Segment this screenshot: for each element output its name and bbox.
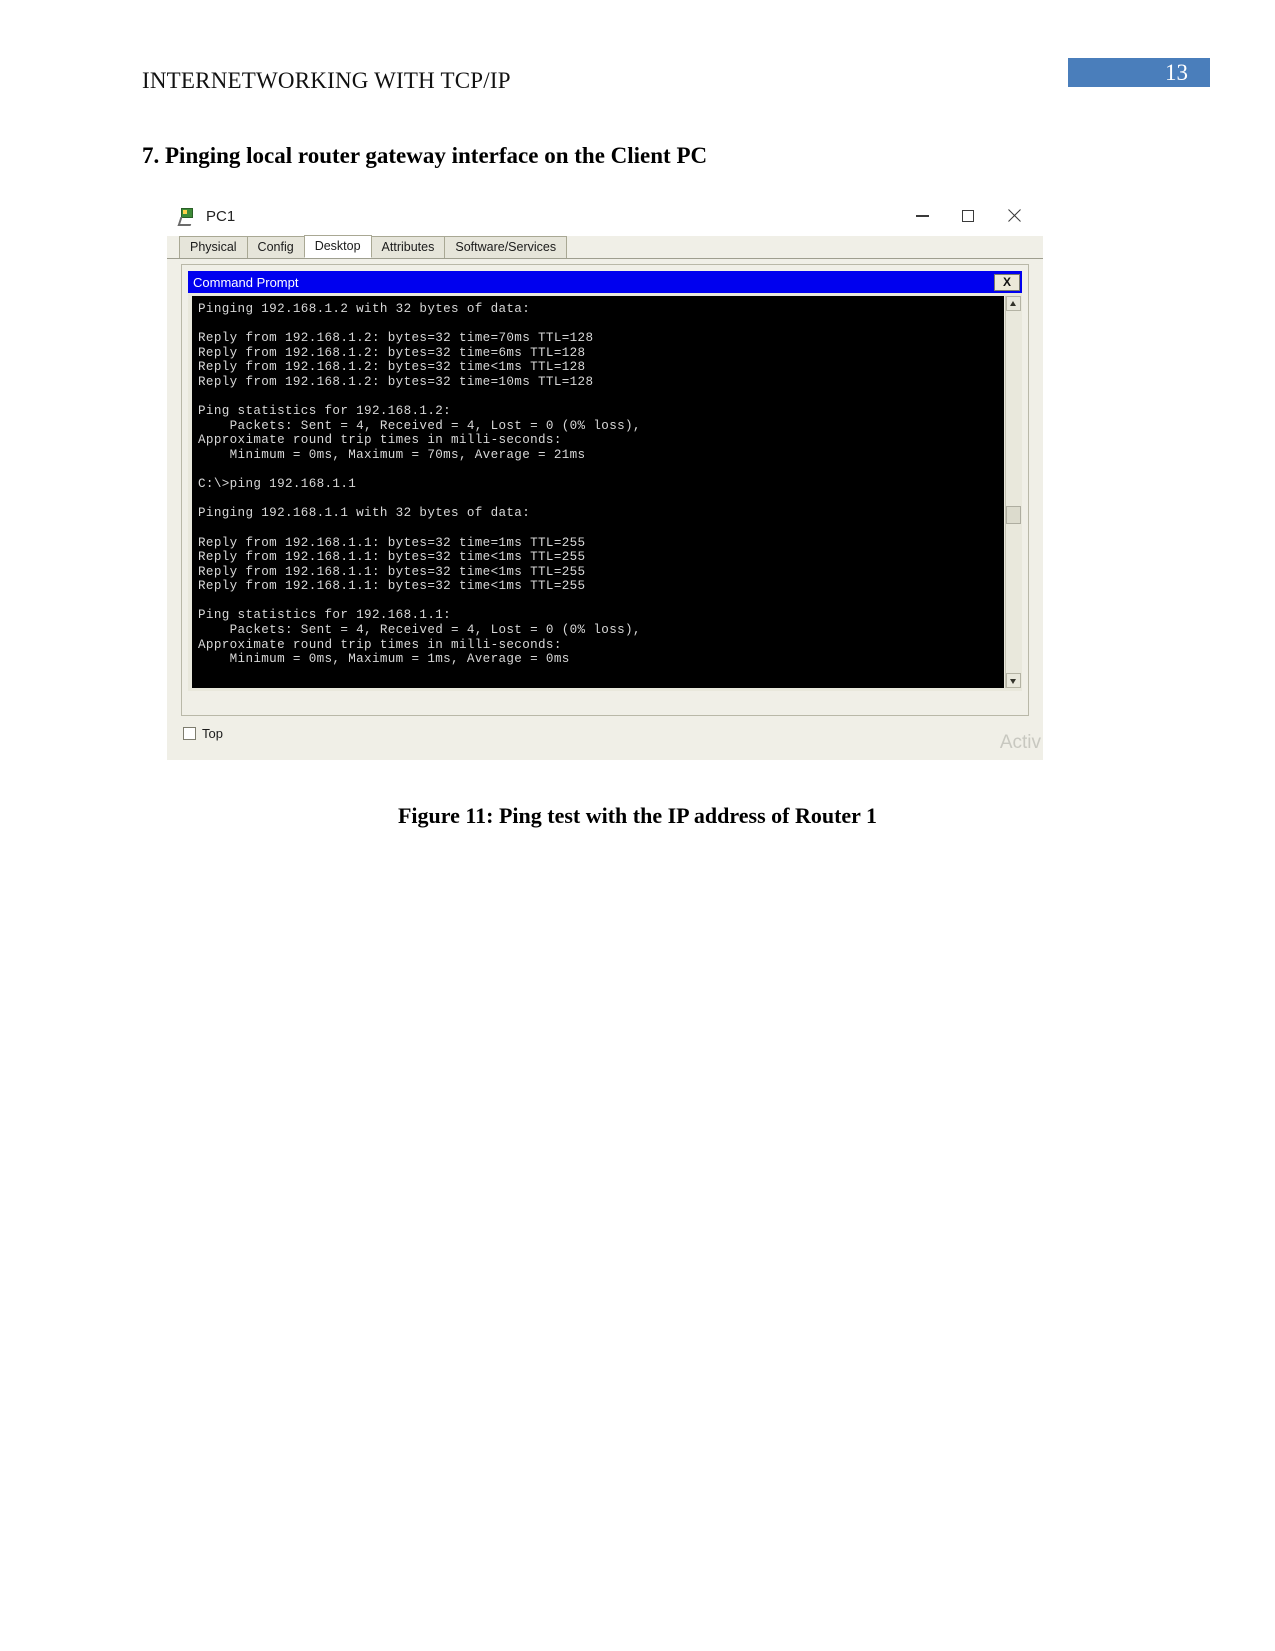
maximize-button[interactable] (945, 200, 991, 232)
tab-desktop[interactable]: Desktop (303, 235, 372, 258)
terminal-line: Reply from 192.168.1.2: bytes=32 time=10… (198, 374, 594, 389)
figure-caption: Figure 11: Ping test with the IP address… (397, 803, 878, 828)
scroll-up-button[interactable] (1006, 296, 1021, 311)
pc-device-icon (177, 207, 197, 226)
terminal-line: Ping statistics for 192.168.1.1: (198, 608, 452, 623)
tab-bar: Physical Config Desktop Attributes Softw… (167, 235, 1043, 259)
document-header: INTERNETWORKING WITH TCP/IP (142, 68, 1142, 108)
tab-attributes[interactable]: Attributes (370, 236, 446, 258)
minimize-button[interactable] (899, 200, 945, 232)
tab-software-services[interactable]: Software/Services (444, 236, 568, 258)
command-prompt-title: Command Prompt (193, 274, 299, 290)
scroll-up-icon (1010, 301, 1016, 306)
checkbox-box[interactable] (183, 727, 196, 740)
terminal-line: Reply from 192.168.1.1: bytes=32 time<1m… (198, 564, 586, 579)
command-prompt-close-button[interactable]: X (994, 273, 1020, 291)
terminal-line: Minimum = 0ms, Maximum = 70ms, Average =… (198, 447, 586, 462)
terminal-line: Minimum = 0ms, Maximum = 1ms, Average = … (198, 652, 570, 667)
top-checkbox-label: Top (202, 726, 223, 741)
command-prompt-window: Command Prompt X Pinging 192.168.1.2 wit… (181, 264, 1029, 716)
minimize-icon (915, 215, 929, 217)
window-title: PC1 (206, 207, 236, 225)
activation-watermark: Activ (999, 732, 1041, 753)
scroll-down-icon (1010, 679, 1016, 684)
tab-config[interactable]: Config (246, 236, 305, 258)
scroll-down-button[interactable] (1006, 673, 1021, 688)
document-header-title: INTERNETWORKING WITH TCP/IP (142, 68, 511, 93)
terminal-line: Reply from 192.168.1.1: bytes=32 time=1m… (198, 535, 586, 550)
close-icon (1007, 209, 1021, 223)
terminal-output[interactable]: Pinging 192.168.1.2 with 32 bytes of dat… (192, 296, 1004, 688)
terminal-line: Reply from 192.168.1.2: bytes=32 time=70… (198, 331, 594, 346)
window-titlebar: PC1 (167, 196, 1043, 236)
page-number-badge: 13 (1068, 58, 1210, 87)
scrollbar-thumb[interactable] (1006, 506, 1021, 524)
terminal-line: Reply from 192.168.1.1: bytes=32 time<1m… (198, 550, 586, 565)
terminal-line: Approximate round trip times in milli-se… (198, 433, 562, 448)
command-prompt-body: Pinging 192.168.1.2 with 32 bytes of dat… (188, 293, 1022, 691)
terminal-line: Pinging 192.168.1.2 with 32 bytes of dat… (198, 302, 531, 316)
terminal-scrollbar[interactable] (1005, 296, 1021, 688)
tab-physical[interactable]: Physical (179, 236, 248, 258)
terminal-line: Packets: Sent = 4, Received = 4, Lost = … (198, 418, 641, 433)
terminal-line: Approximate round trip times in milli-se… (198, 637, 562, 652)
packet-tracer-pc1-window: PC1 Physical Config Desktop Attributes S… (167, 196, 1043, 760)
terminal-line: Reply from 192.168.1.2: bytes=32 time=6m… (198, 345, 586, 360)
terminal-line: Ping statistics for 192.168.1.2: (198, 404, 452, 419)
window-controls (899, 196, 1037, 236)
terminal-line: C:\>ping 192.168.1.1 (198, 477, 357, 492)
top-checkbox[interactable]: Top (183, 726, 223, 741)
page-title: 7. Pinging local router gateway interfac… (142, 143, 708, 168)
terminal-line: Reply from 192.168.1.1: bytes=32 time<1m… (198, 579, 586, 594)
terminal-line: Pinging 192.168.1.1 with 32 bytes of dat… (198, 506, 531, 521)
maximize-icon (962, 210, 974, 222)
command-prompt-titlebar: Command Prompt X (188, 271, 1022, 293)
close-button[interactable] (991, 200, 1037, 232)
terminal-line: Packets: Sent = 4, Received = 4, Lost = … (198, 623, 641, 638)
terminal-line: Reply from 192.168.1.2: bytes=32 time<1m… (198, 360, 586, 375)
window-bottom-bar: Top Activ (167, 718, 1043, 760)
